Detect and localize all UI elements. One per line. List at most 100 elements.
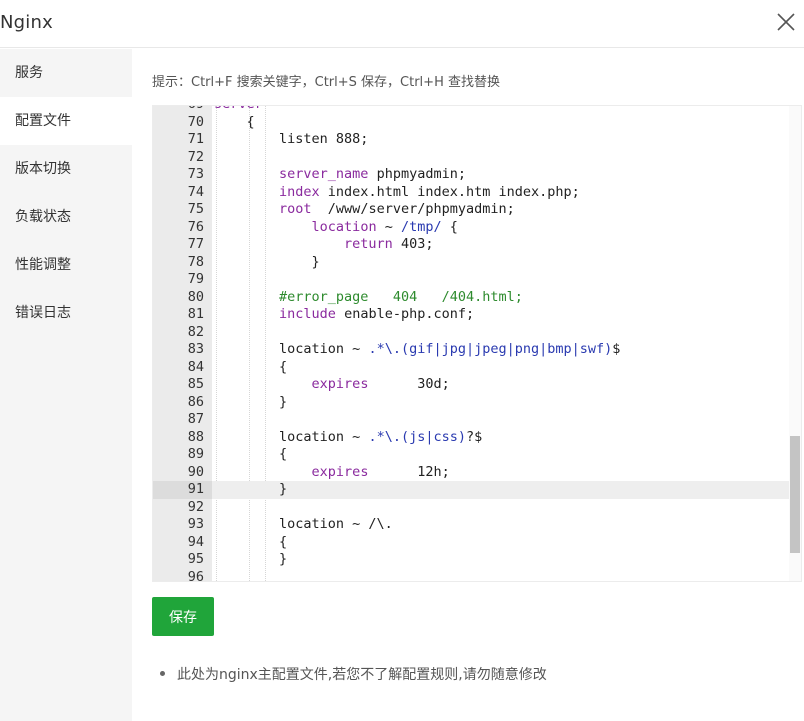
code-line[interactable]: 92 (153, 499, 801, 517)
code-token: .*\.(js|css) (368, 428, 466, 445)
line-number: 90 (187, 463, 204, 480)
line-code: } (214, 551, 287, 569)
code-token: /www/server/phpmyadmin; (311, 201, 515, 217)
code-token: server (214, 106, 263, 112)
code-token: root (279, 201, 312, 217)
sidebar-item-service[interactable]: 服务 (0, 49, 132, 97)
code-line[interactable]: 94 { (153, 534, 801, 552)
code-line[interactable]: 96 (153, 569, 801, 582)
bullet-icon (160, 671, 165, 676)
code-lines: 69 server 70 {71 listen 888;7273 server_na… (153, 106, 801, 582)
code-line[interactable]: 73 server_name phpmyadmin; (153, 166, 801, 184)
line-code: } (214, 254, 320, 272)
line-number: 86 (187, 393, 204, 410)
line-code: } (214, 481, 287, 499)
code-line[interactable]: 82 (153, 324, 801, 342)
code-line[interactable]: 85 expires 30d; (153, 376, 801, 394)
dialog-title: Nginx (0, 12, 53, 33)
line-code: { (214, 359, 287, 377)
line-code: include enable-php.conf; (214, 306, 474, 324)
sidebar-item-load-status[interactable]: 负载状态 (0, 193, 132, 241)
code-token: $ (612, 341, 621, 357)
code-token: } (214, 551, 288, 567)
code-token: return (344, 236, 393, 252)
code-token: { (214, 113, 255, 130)
line-number: 72 (187, 148, 204, 165)
code-token: 12h; (368, 463, 450, 480)
code-line[interactable]: 88 location ~ .*\.(js|css)?$ (153, 429, 801, 447)
line-number: 87 (187, 411, 204, 427)
code-line[interactable]: 72 (153, 149, 801, 167)
line-code: server (214, 106, 263, 114)
main-panel: 提示：Ctrl+F 搜索关键字，Ctrl+S 保存，Ctrl+H 查找替换 69… (132, 49, 804, 721)
line-code: { (214, 114, 255, 132)
line-number: 69 (153, 106, 204, 114)
sidebar-item-error-log[interactable]: 错误日志 (0, 289, 132, 337)
code-token: location ~ /\. (214, 516, 393, 532)
code-line[interactable]: 95 } (153, 551, 801, 569)
line-number: 89 (187, 446, 204, 462)
line-number: 79 (187, 271, 204, 287)
code-editor[interactable]: 69 server 70 {71 listen 888;7273 server_na… (152, 105, 802, 582)
code-line[interactable]: 74 index index.html index.htm index.php; (153, 184, 801, 202)
line-number: 91 (187, 481, 204, 497)
line-number: 75 (187, 201, 204, 217)
line-number: 76 (187, 218, 204, 235)
code-line[interactable]: 89 { (153, 446, 801, 464)
code-line[interactable]: 86 } (153, 394, 801, 412)
code-token: include (279, 306, 336, 322)
line-code: location ~ .*\.(gif|jpg|jpeg|png|bmp|swf… (214, 341, 620, 359)
code-line[interactable]: 75 root /www/server/phpmyadmin; (153, 201, 801, 219)
active-line-highlight (212, 481, 789, 499)
line-code: index index.html index.htm index.php; (214, 184, 580, 202)
code-line[interactable]: 80 #error_page 404 /404.html; (153, 289, 801, 307)
sidebar-item-config-file[interactable]: 配置文件 (0, 97, 132, 145)
line-number: 84 (187, 358, 204, 375)
line-code: server_name phpmyadmin; (214, 166, 466, 184)
code-line[interactable]: 77 return 403; (153, 236, 801, 254)
code-line[interactable]: 87 (153, 411, 801, 429)
sidebar: 服务 配置文件 版本切换 负载状态 性能调整 错误日志 (0, 49, 132, 721)
code-line[interactable]: 79 (153, 271, 801, 289)
shortcut-hint: 提示：Ctrl+F 搜索关键字，Ctrl+S 保存，Ctrl+H 查找替换 (152, 75, 500, 90)
sidebar-item-label: 错误日志 (15, 305, 71, 321)
code-line[interactable]: 90 expires 12h; (153, 464, 801, 482)
save-button[interactable]: 保存 (152, 597, 214, 636)
code-line[interactable]: 76 location ~ /tmp/ { (153, 219, 801, 237)
line-code: expires 12h; (214, 464, 450, 482)
line-number: 80 (187, 288, 204, 305)
code-line[interactable]: 91 } (153, 481, 801, 499)
code-line[interactable]: 84 { (153, 359, 801, 377)
line-number: 78 (187, 253, 204, 270)
scrollbar-thumb[interactable] (790, 436, 800, 553)
code-line[interactable]: 69 server (153, 106, 801, 114)
code-token: ~ (376, 218, 401, 235)
sidebar-item-performance[interactable]: 性能调整 (0, 241, 132, 289)
code-token: enable-php.conf; (335, 306, 475, 322)
line-number: 81 (187, 306, 204, 322)
line-code: location ~ /tmp/ { (214, 219, 458, 237)
code-token: index (279, 183, 320, 200)
line-code: { (214, 534, 287, 552)
sidebar-item-label: 负载状态 (15, 209, 71, 225)
editor-scrollbar[interactable] (789, 106, 801, 581)
line-number: 71 (187, 131, 204, 147)
line-code: root /www/server/phpmyadmin; (214, 201, 515, 219)
code-line[interactable]: 93 location ~ /\. (153, 516, 801, 534)
code-token: /tmp/ (400, 218, 442, 235)
code-line[interactable]: 70 { (153, 114, 801, 132)
code-line[interactable]: 78 } (153, 254, 801, 272)
code-line[interactable]: 83 location ~ .*\.(gif|jpg|jpeg|png|bmp|… (153, 341, 801, 359)
code-line[interactable]: 81 include enable-php.conf; (153, 306, 801, 324)
sidebar-item-version-switch[interactable]: 版本切换 (0, 145, 132, 193)
sidebar-item-label: 性能调整 (15, 257, 71, 273)
code-line[interactable]: 71 listen 888; (153, 131, 801, 149)
close-icon[interactable] (776, 11, 796, 33)
line-number: 88 (187, 428, 204, 445)
code-token: { (441, 218, 458, 235)
